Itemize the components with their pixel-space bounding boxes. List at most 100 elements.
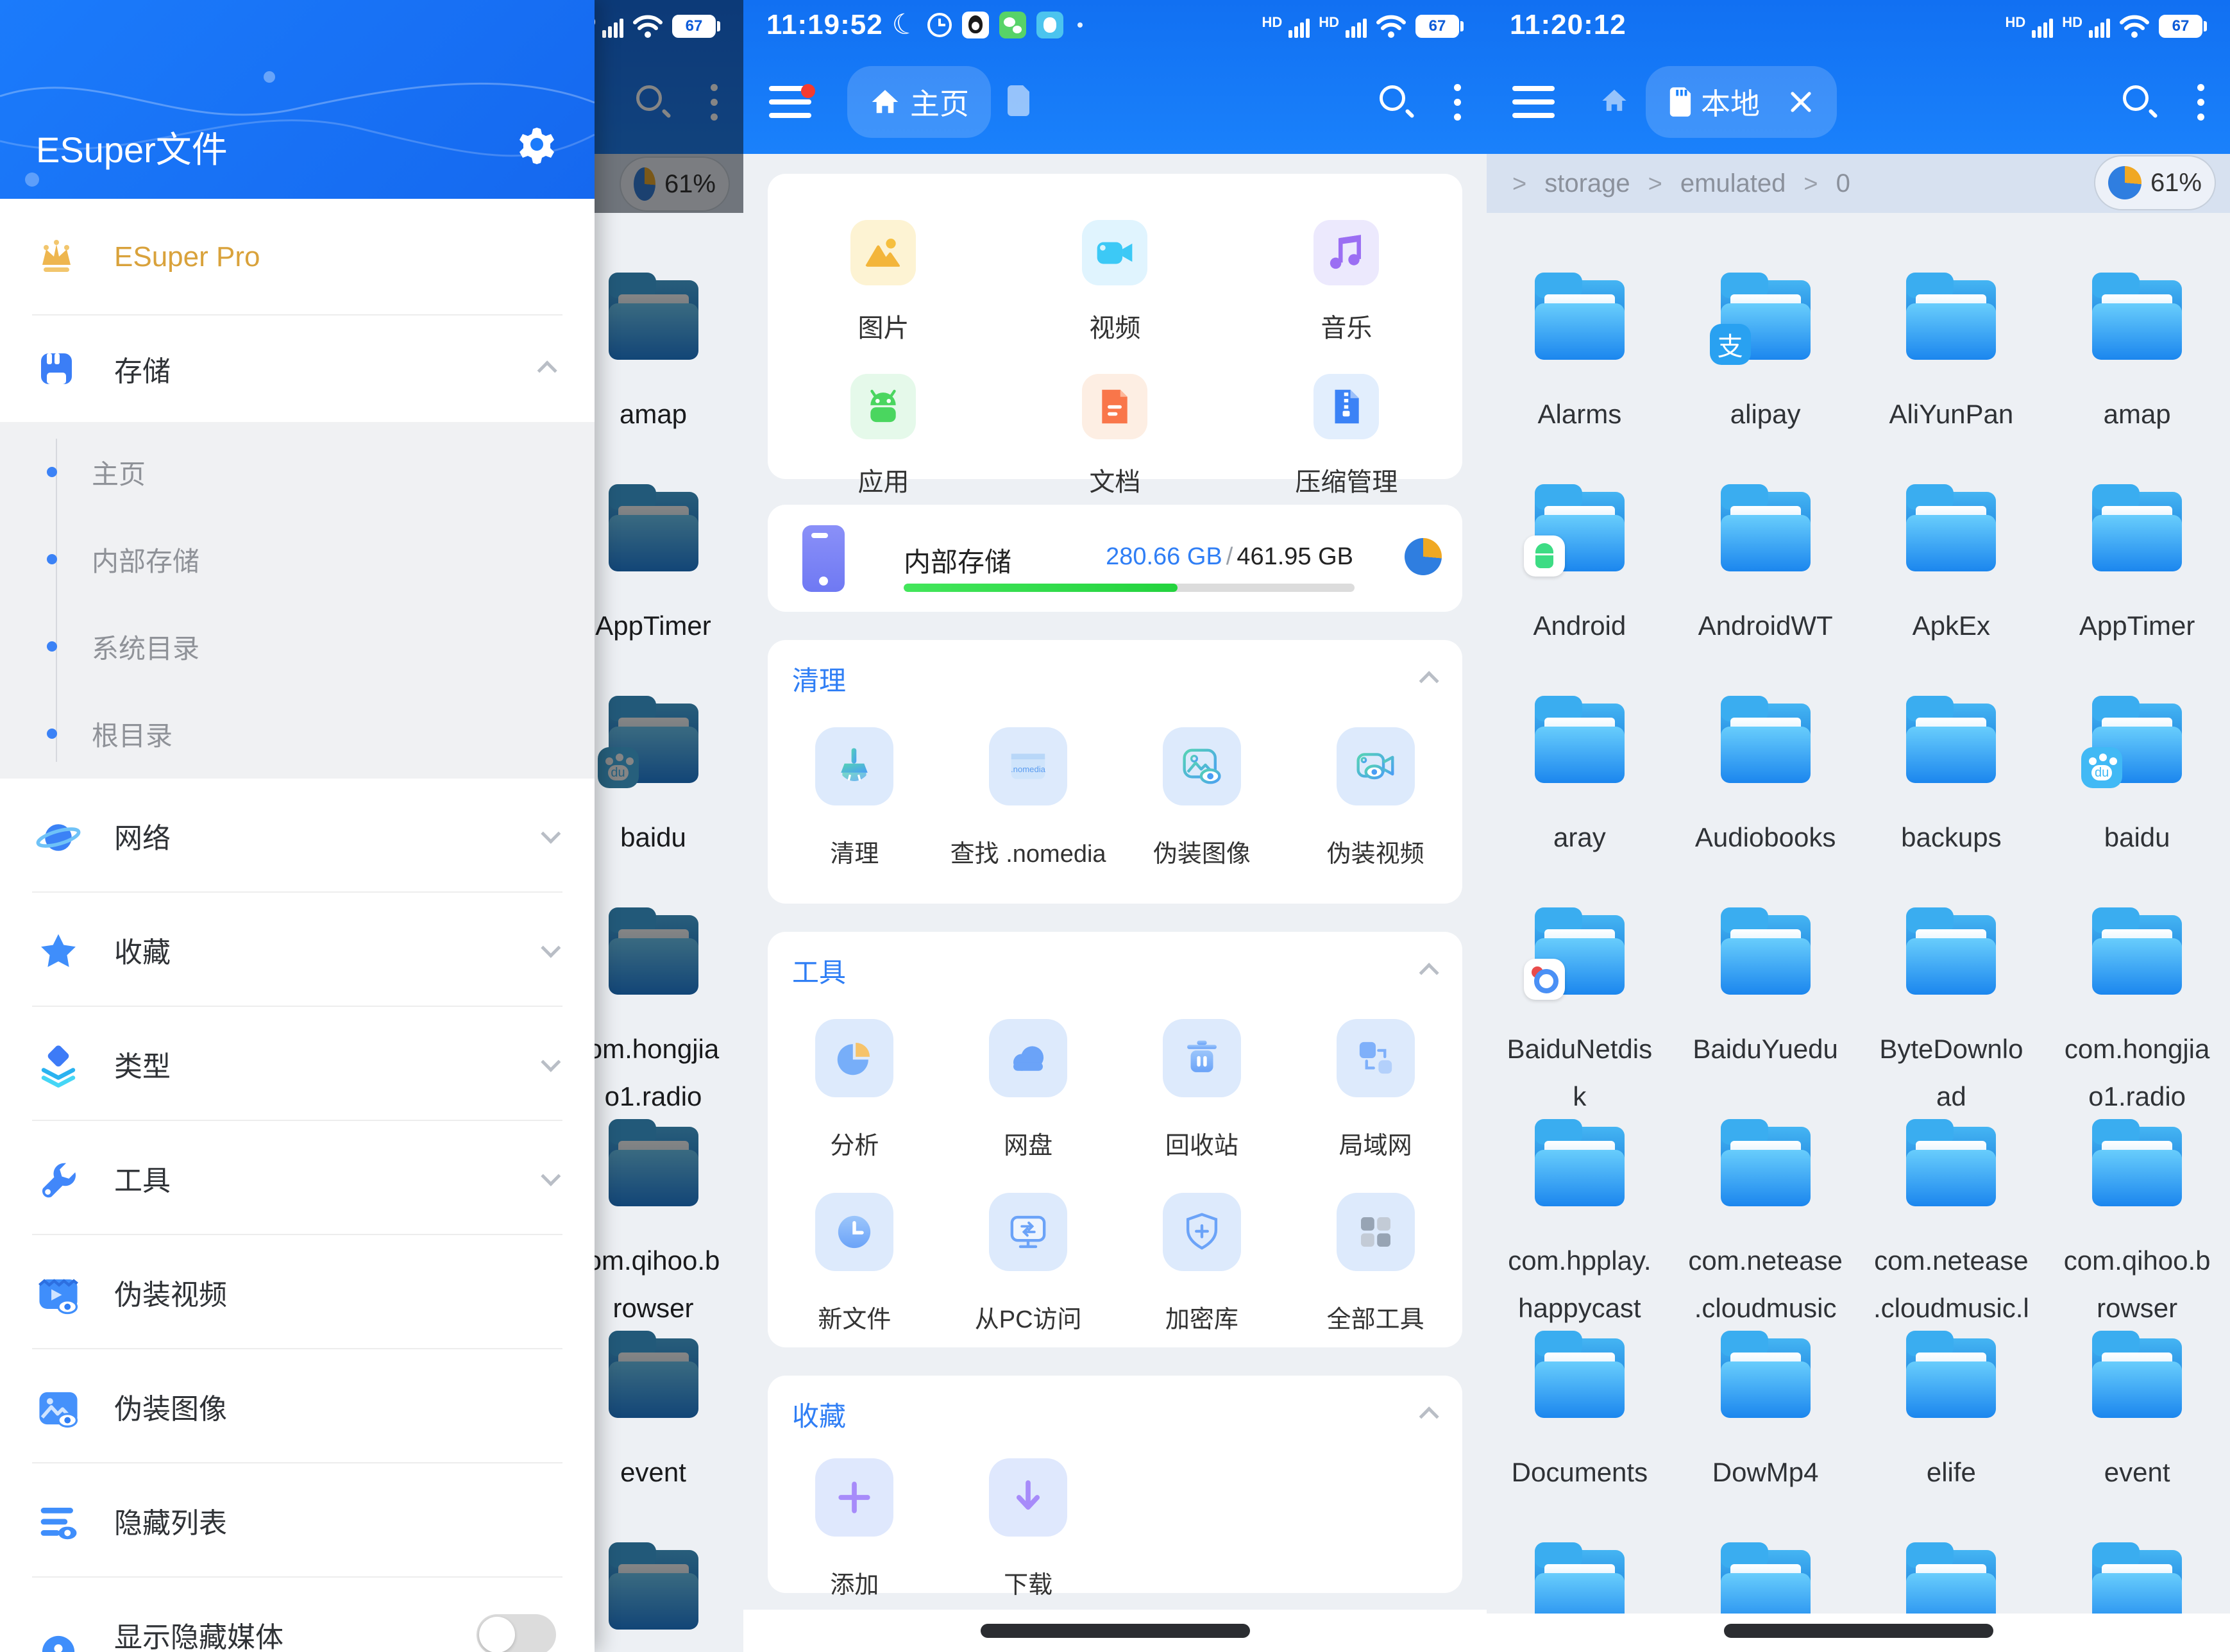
folder-item[interactable]: com.netease.cloudmusic (1673, 1116, 1859, 1328)
category-item[interactable]: 视频 (999, 220, 1231, 344)
folder-label: amap (2104, 391, 2171, 438)
drawer-item[interactable]: 隐藏列表 (0, 1463, 595, 1578)
drawer-item[interactable]: 伪装图像 (0, 1349, 595, 1463)
folder-item[interactable]: ApkEx (1859, 481, 2045, 693)
drawer-subitem[interactable]: 内部存储 (0, 516, 595, 603)
folder-item[interactable]: baidu (2044, 693, 2230, 904)
tool-tile[interactable]: 新文件 (768, 1193, 942, 1335)
image-eye-icon (36, 1386, 77, 1427)
half-icon (36, 1614, 77, 1652)
category-item[interactable]: 应用 (768, 374, 999, 498)
menu-button[interactable] (769, 83, 811, 121)
search-icon[interactable] (1380, 85, 1413, 119)
drawer-subitem[interactable]: 根目录 (0, 690, 595, 777)
home-indicator[interactable] (981, 1624, 1250, 1638)
folder-item[interactable]: aray (1487, 693, 1673, 904)
drawer-item[interactable]: 显示隐藏媒体 (0, 1578, 595, 1652)
drawer-item[interactable]: 网络 (0, 779, 595, 893)
folder-item[interactable]: Android (1487, 481, 1673, 693)
drawer-item-storage[interactable]: 存储 (0, 316, 595, 422)
search-icon[interactable] (2123, 85, 2156, 119)
storage-percent-badge[interactable]: 61% (2094, 155, 2216, 210)
folder-label: Android (1533, 602, 1626, 650)
folder-item[interactable]: BaiduNetdisk (1487, 904, 1673, 1116)
breadcrumb-segment[interactable]: >0 (1803, 169, 1868, 198)
collapse-chevron-icon[interactable] (1419, 1406, 1439, 1426)
search-icon[interactable] (636, 85, 670, 119)
toggle-switch[interactable] (477, 1614, 556, 1652)
tool-tile[interactable]: 回收站 (1115, 1019, 1289, 1161)
overflow-menu-icon[interactable] (711, 84, 718, 121)
tool-tile[interactable]: 全部工具 (1288, 1193, 1462, 1335)
home-ghost-icon[interactable] (1600, 86, 1629, 119)
drawer-item[interactable]: 收藏 (0, 893, 595, 1007)
folder-label: ApkEx (1913, 602, 1990, 650)
drawer-item-label: 网络 (114, 815, 171, 856)
collapse-chevron-icon[interactable] (1419, 671, 1439, 691)
folder-item[interactable]: AliYunPan (1859, 269, 2045, 481)
pie-icon (2108, 166, 2141, 199)
folder-item[interactable]: amap (2044, 269, 2230, 481)
overflow-menu-icon[interactable] (2197, 84, 2204, 121)
close-tab-icon[interactable] (1787, 88, 1815, 116)
category-item[interactable]: 压缩管理 (1231, 374, 1462, 498)
folder-item[interactable]: event (2044, 1328, 2230, 1539)
sdcard-ghost-icon (1005, 84, 1031, 121)
drawer-item[interactable]: 工具 (0, 1121, 595, 1235)
folder-item[interactable]: alipay (1673, 269, 1859, 481)
tab-home[interactable]: 主页 (847, 66, 991, 138)
folder-item[interactable]: Documents (1487, 1328, 1673, 1539)
android-badge-icon (1524, 535, 1565, 577)
breadcrumb-segment[interactable]: >emulated (1648, 169, 1804, 198)
tool-tile[interactable]: 伪装视频 (1288, 727, 1462, 869)
collapse-chevron-icon[interactable] (1419, 963, 1439, 982)
list-eye-icon (36, 1500, 77, 1541)
category-label: 图片 (857, 307, 909, 344)
category-item[interactable]: 音乐 (1231, 220, 1462, 344)
folder-item[interactable]: Audiobooks (1673, 693, 1859, 904)
folder-item[interactable]: AndroidWT (1673, 481, 1859, 693)
tool-tile[interactable]: 下载 (942, 1458, 1115, 1600)
tool-tile-label: 新文件 (818, 1299, 891, 1335)
menu-button[interactable] (1512, 83, 1555, 121)
tool-tile[interactable]: 加密库 (1115, 1193, 1289, 1335)
breadcrumb-segment[interactable]: >storage (1512, 169, 1648, 198)
folder-item[interactable]: com.qihoo.browser (2044, 1116, 2230, 1328)
drawer-header: ESuper文件 (0, 0, 595, 199)
folder-item[interactable]: com.hongjiao1.radio (2044, 904, 2230, 1116)
tool-tile[interactable]: .nomedia 查找 .nomedia (942, 727, 1115, 869)
tool-tile[interactable]: 网盘 (942, 1019, 1115, 1161)
tool-tile[interactable]: 局域网 (1288, 1019, 1462, 1161)
tool-tile[interactable]: 添加 (768, 1458, 942, 1600)
folder-item[interactable]: backups (1859, 693, 2045, 904)
folder-item[interactable]: DowMp4 (1673, 1328, 1859, 1539)
drawer-item[interactable]: 类型 (0, 1007, 595, 1121)
tab-local[interactable]: 本地 (1646, 66, 1837, 138)
settings-gear-icon[interactable] (516, 124, 557, 168)
tool-tile[interactable]: 分析 (768, 1019, 942, 1161)
folder-item[interactable]: Alarms (1487, 269, 1673, 481)
folder-item[interactable]: com.hpplay.happycast (1487, 1116, 1673, 1328)
folder-item[interactable]: ByteDownload (1859, 904, 2045, 1116)
drawer-subitem[interactable]: 系统目录 (0, 603, 595, 690)
drawer-subitem[interactable]: 主页 (0, 428, 595, 516)
tool-tile[interactable]: 伪装图像 (1115, 727, 1289, 869)
storage-percent-badge[interactable]: 61% (620, 156, 730, 212)
clock: 11:20:12 (1510, 9, 1626, 41)
pro-label: ESuper Pro (114, 241, 260, 273)
tool-tile[interactable]: 从PC访问 (942, 1193, 1115, 1335)
pie-icon[interactable] (1405, 538, 1442, 575)
drawer-item-pro[interactable]: ESuper Pro (0, 199, 595, 316)
folder-item[interactable]: com.netease.cloudmusic.l (1859, 1116, 2045, 1328)
folder-item[interactable]: AppTimer (2044, 481, 2230, 693)
folder-item[interactable]: elife (1859, 1328, 2045, 1539)
category-item[interactable]: 文档 (999, 374, 1231, 498)
folder-item[interactable]: BaiduYuedu (1673, 904, 1859, 1116)
internal-storage-card[interactable]: 内部存储 280.66 GB/461.95 GB (768, 505, 1462, 612)
drawer-item[interactable]: 伪装视频 (0, 1235, 595, 1349)
tool-tile[interactable]: 清理 (768, 727, 942, 869)
home-indicator[interactable] (1724, 1624, 1993, 1638)
category-item[interactable]: 图片 (768, 220, 999, 344)
overflow-menu-icon[interactable] (1454, 84, 1461, 121)
folder-label: AliYunPan (1889, 391, 2013, 438)
